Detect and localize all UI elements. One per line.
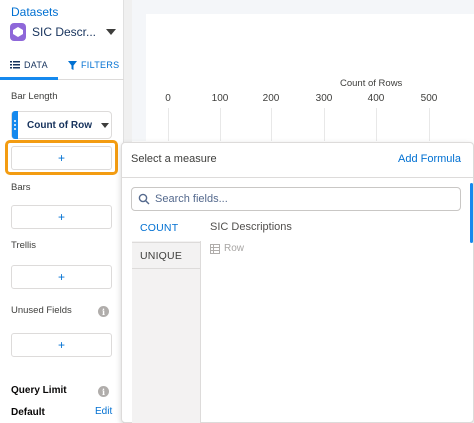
bars-label: Bars (11, 182, 31, 193)
x-tick-label: 500 (420, 93, 438, 104)
left-panel: Datasets SIC Descr... DATA FILTERS Bar L… (0, 0, 124, 423)
unused-fields-label: Unused Fields (11, 305, 72, 316)
add-unused-field-button[interactable]: + (11, 333, 112, 357)
edit-query-limit-link[interactable]: Edit (95, 406, 112, 417)
divider (122, 177, 473, 178)
search-box[interactable] (131, 187, 461, 211)
grid-line (271, 108, 272, 141)
list-icon (10, 61, 20, 69)
search-icon (138, 193, 150, 205)
dataset-name: SIC Descr... (31, 25, 96, 39)
field-item[interactable]: Row (210, 243, 244, 254)
popover-scrollbar[interactable] (470, 183, 473, 243)
add-bars-button[interactable]: + (11, 205, 112, 229)
measure-pill[interactable]: Count of Row (11, 111, 112, 139)
trellis-label: Trellis (11, 240, 36, 251)
info-icon[interactable]: i (98, 386, 109, 397)
chevron-down-icon[interactable] (100, 122, 109, 128)
x-axis-title: Count of Rows (340, 78, 403, 89)
info-icon[interactable]: i (98, 306, 109, 317)
field-group-title: SIC Descriptions (210, 221, 292, 233)
grid-line (429, 108, 430, 141)
add-formula-link[interactable]: Add Formula (398, 153, 461, 165)
aggregation-count[interactable]: COUNT (132, 214, 201, 241)
bar-length-label: Bar Length (11, 91, 58, 102)
query-limit-label: Query Limit (11, 385, 67, 396)
x-tick-label: 300 (315, 93, 333, 104)
tab-data[interactable]: DATA (10, 60, 48, 70)
tab-filters-label: FILTERS (81, 60, 120, 70)
tab-filters[interactable]: FILTERS (68, 60, 119, 70)
popover-title: Select a measure (131, 153, 217, 165)
x-tick-label: 0 (165, 93, 171, 104)
filter-icon (68, 60, 77, 70)
grid-line (376, 108, 377, 141)
highlight-frame (5, 140, 118, 175)
search-input[interactable] (155, 193, 445, 205)
chart-plot-area (146, 14, 474, 141)
aggregation-unique[interactable]: UNIQUE (132, 242, 201, 269)
query-limit-value: Default (11, 407, 45, 418)
measure-popover: Select a measure Add Formula COUNT UNIQU… (121, 142, 474, 423)
measure-pill-label: Count of Row (27, 119, 92, 131)
dataset-icon (10, 23, 26, 41)
aggregation-list: COUNT UNIQUE (132, 214, 201, 423)
x-tick-label: 200 (262, 93, 280, 104)
dataset-selector[interactable]: SIC Descr... (10, 22, 116, 42)
grid-line (220, 108, 221, 141)
table-icon (210, 243, 220, 254)
datasets-title: Datasets (11, 5, 59, 19)
chevron-down-icon[interactable] (106, 29, 116, 35)
x-tick-label: 100 (211, 93, 229, 104)
grid-line (324, 108, 325, 141)
add-trellis-button[interactable]: + (11, 265, 112, 289)
tab-data-label: DATA (24, 60, 48, 70)
panel-tabs: DATA FILTERS (0, 56, 124, 80)
active-tab-indicator (0, 77, 58, 80)
x-tick-label: 400 (367, 93, 385, 104)
drag-handle-icon[interactable] (12, 111, 18, 139)
field-item-label: Row (224, 243, 245, 254)
grid-line (168, 108, 169, 141)
